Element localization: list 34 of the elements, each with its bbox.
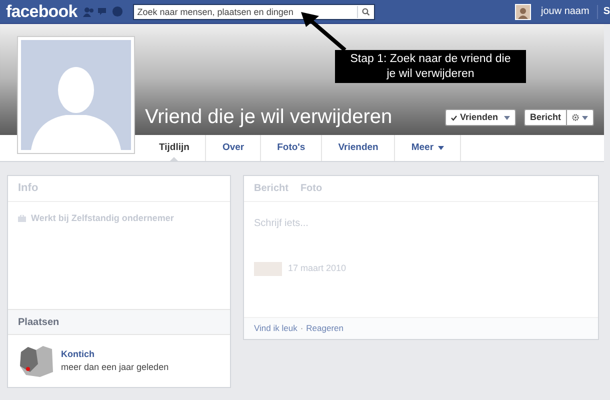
- place-name[interactable]: Kontich: [61, 348, 169, 361]
- user-name[interactable]: jouw naam: [540, 4, 590, 19]
- card-title: Info: [18, 181, 38, 196]
- post-date: 17 maart 2010: [288, 262, 346, 276]
- briefcase-icon: [18, 215, 26, 222]
- post-action-link[interactable]: Vind ik leuk: [254, 322, 298, 335]
- profile-tab[interactable]: Tijdlijn: [143, 135, 206, 161]
- logo[interactable]: facebook: [6, 3, 78, 20]
- caret-icon: [504, 116, 510, 120]
- gear-icon: [572, 114, 579, 121]
- place-time: meer dan een jaar geleden: [61, 361, 169, 374]
- message-button[interactable]: Bericht: [524, 109, 567, 126]
- map-drawing: [18, 344, 55, 378]
- search-icon[interactable]: [362, 8, 370, 16]
- section-title: Plaatsen: [18, 316, 60, 330]
- profile-tab[interactable]: Vrienden: [322, 135, 396, 161]
- info-text: Werkt bij Zelfstandig ondernemer: [31, 212, 174, 225]
- profile-picture[interactable]: [17, 36, 135, 154]
- caret-icon: [582, 116, 588, 120]
- search-field[interactable]: Zoek naar mensen, plaatsen en dingen: [133, 4, 376, 20]
- avatar[interactable]: [514, 4, 531, 20]
- checkmark-icon: [450, 114, 457, 120]
- post-action-link[interactable]: Reageren: [306, 322, 344, 335]
- separator: ·: [300, 322, 304, 335]
- profile-tab[interactable]: Over: [206, 135, 262, 161]
- thumbnail: [254, 262, 282, 276]
- friends-button[interactable]: Vrienden: [444, 109, 516, 126]
- profile-tab[interactable]: Foto's: [261, 135, 322, 161]
- profile-name: Vriend die je wil verwijderen: [145, 107, 392, 127]
- profile-tab[interactable]: Meer: [395, 135, 461, 161]
- annotation-text: Stap 1: Zoek naar de vriend die je wil verwijderen: [349, 52, 512, 82]
- settings-button[interactable]: [567, 109, 594, 126]
- friends-icon[interactable]: [83, 6, 96, 18]
- header-link[interactable]: S: [603, 4, 610, 19]
